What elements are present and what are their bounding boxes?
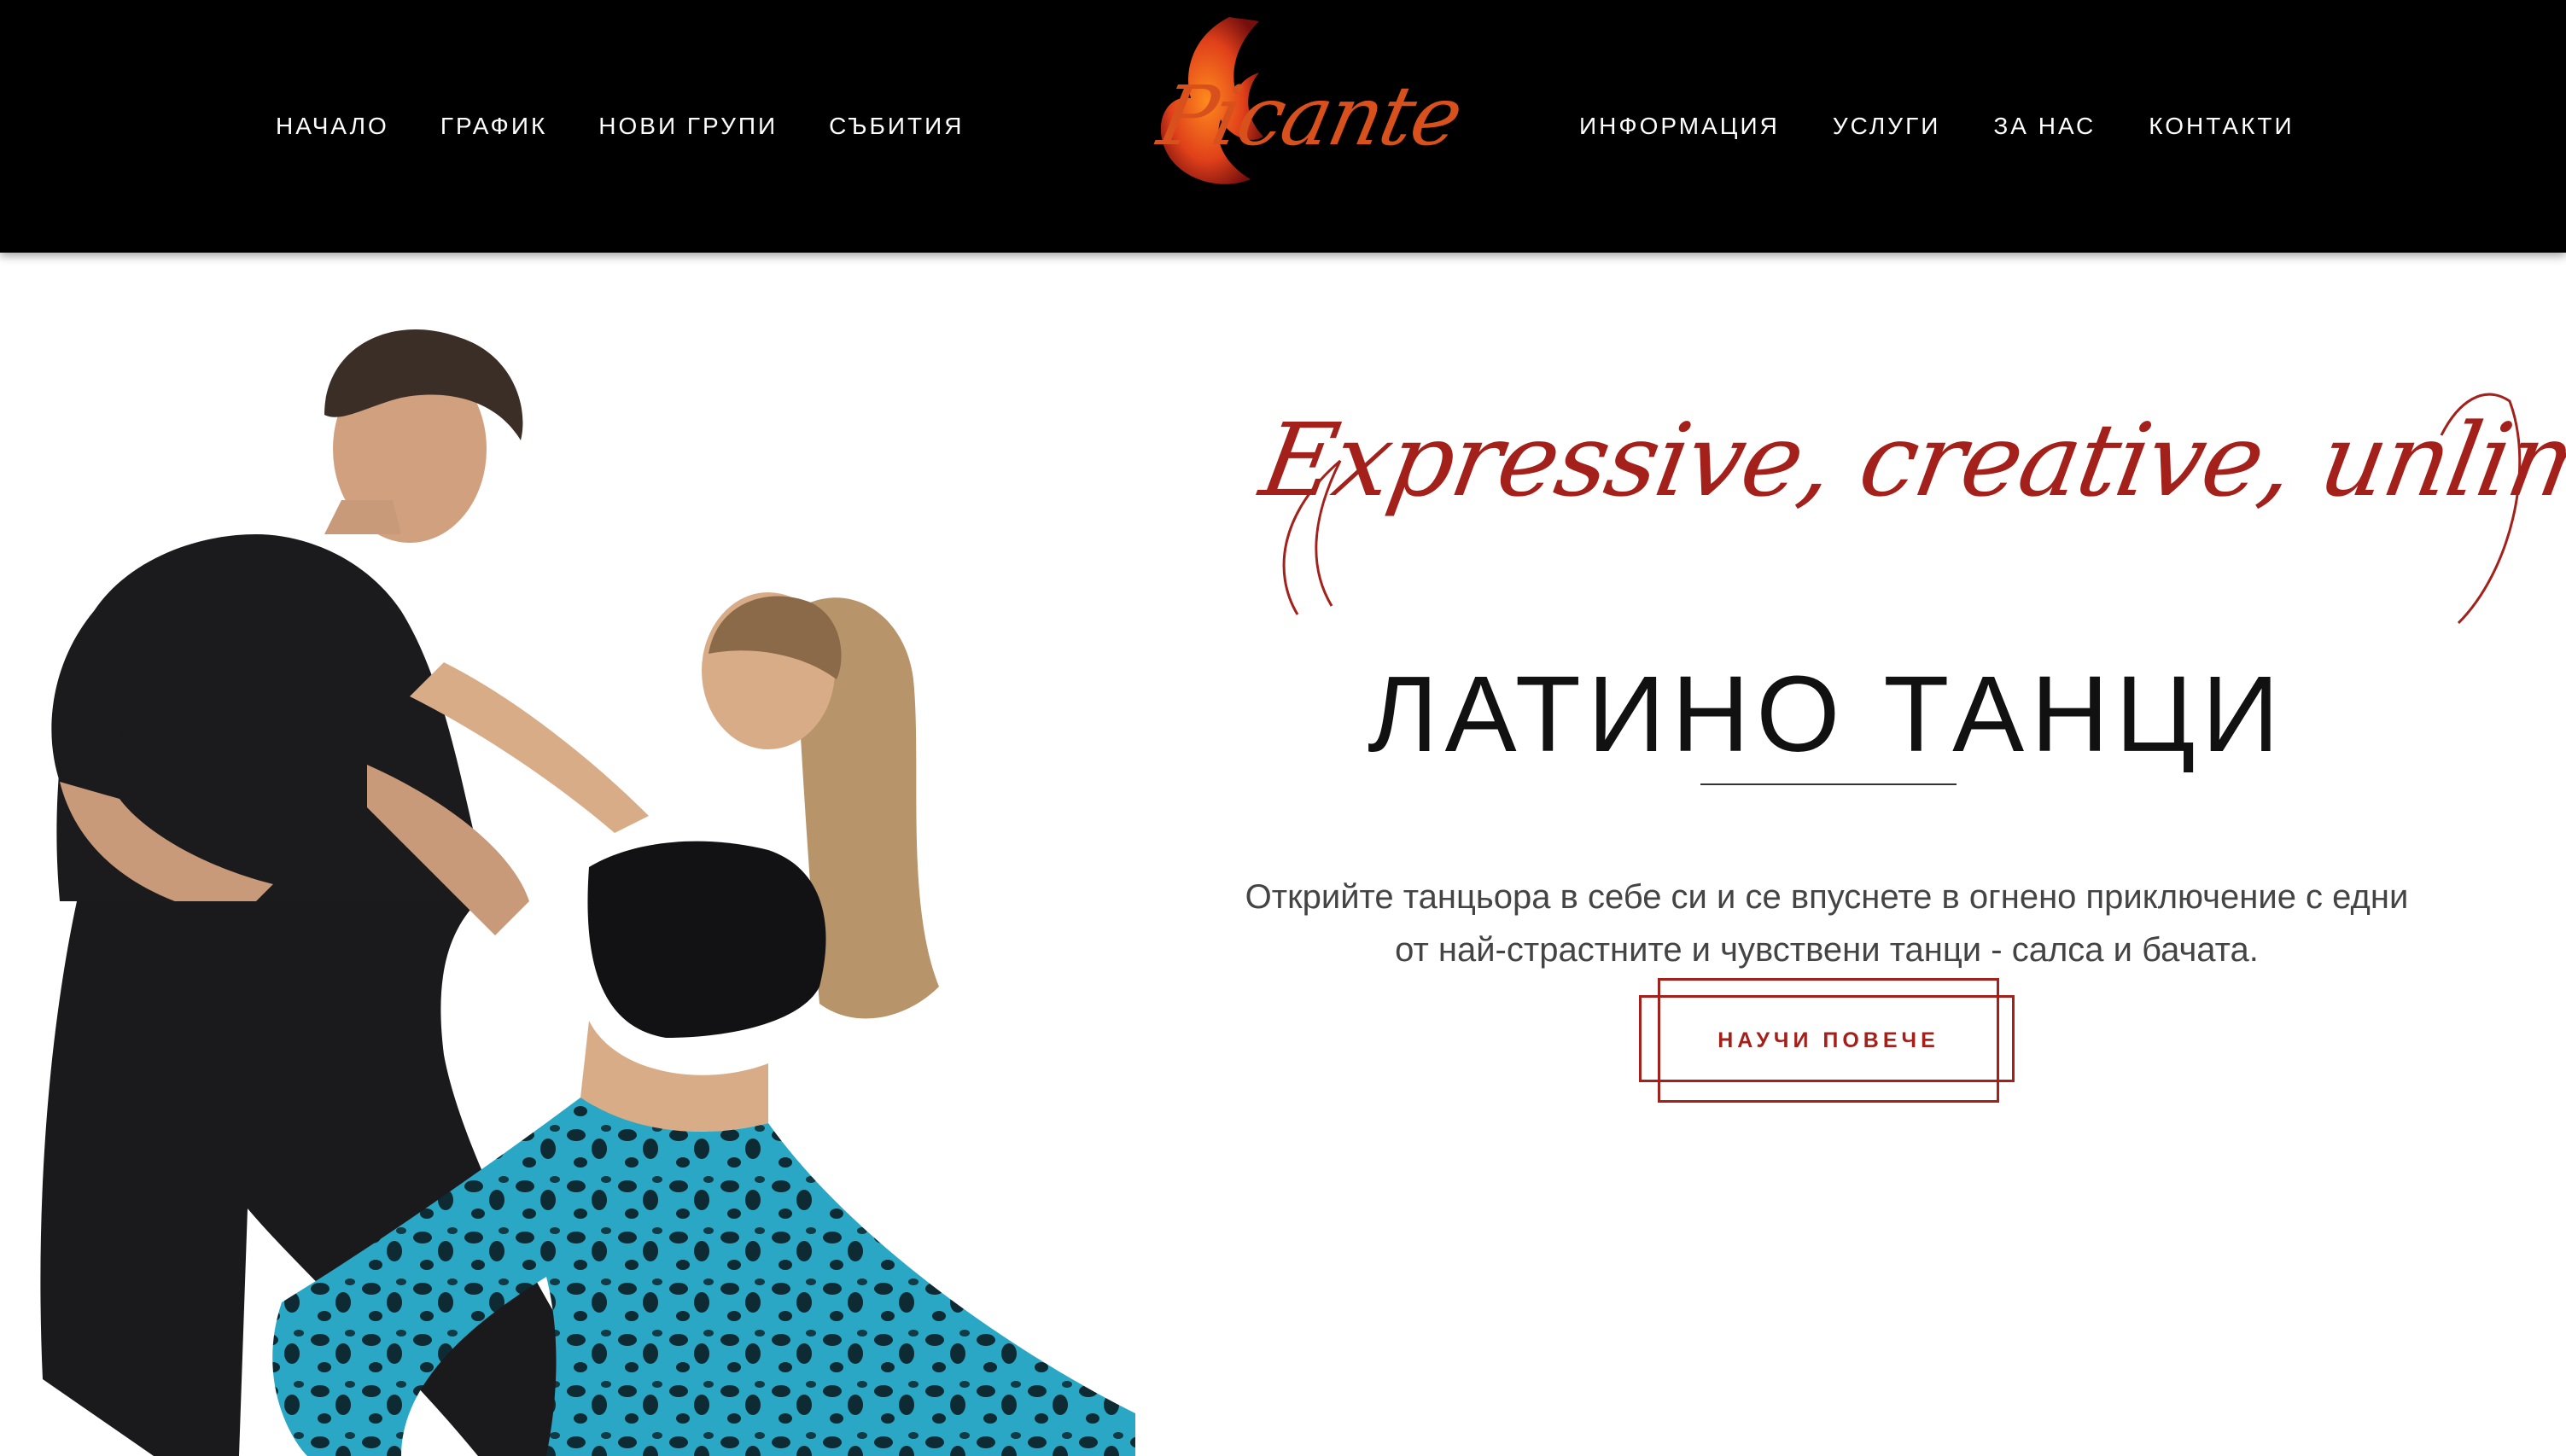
hero-dancers-photo bbox=[40, 329, 1135, 1456]
nav-link-new-groups[interactable]: НОВИ ГРУПИ bbox=[598, 113, 778, 140]
site-header: НАЧАЛО ГРАФИК НОВИ ГРУПИ СЪБИТИЯ Picante… bbox=[0, 0, 2566, 253]
hero-title: ЛАТИНО ТАНЦИ bbox=[1367, 654, 2286, 775]
learn-more-button[interactable]: НАУЧИ ПОВЕЧЕ bbox=[1639, 978, 2018, 1103]
learn-more-label: НАУЧИ ПОВЕЧЕ bbox=[1717, 1028, 1939, 1052]
main-nav-right: ИНФОРМАЦИЯ УСЛУГИ ЗА НАС КОНТАКТИ bbox=[1579, 0, 2347, 253]
hero-divider bbox=[1700, 783, 1957, 785]
nav-link-home[interactable]: НАЧАЛО bbox=[276, 113, 389, 140]
nav-link-about[interactable]: ЗА НАС bbox=[1993, 113, 2096, 140]
main-nav-left: НАЧАЛО ГРАФИК НОВИ ГРУПИ СЪБИТИЯ bbox=[276, 0, 1015, 253]
nav-link-schedule[interactable]: ГРАФИК bbox=[440, 113, 547, 140]
nav-link-events[interactable]: СЪБИТИЯ bbox=[829, 113, 964, 140]
hero-description: Открийте танцьора в себе си и се впуснет… bbox=[1245, 878, 2409, 969]
hero-tagline: Expressive, creative, unlimited bbox=[1252, 401, 2566, 519]
nav-link-services[interactable]: УСЛУГИ bbox=[1833, 113, 1941, 140]
logo-wordmark[interactable]: Picante bbox=[1151, 68, 1469, 164]
nav-link-information[interactable]: ИНФОРМАЦИЯ bbox=[1579, 113, 1780, 140]
nav-link-contacts[interactable]: КОНТАКТИ bbox=[2149, 113, 2294, 140]
